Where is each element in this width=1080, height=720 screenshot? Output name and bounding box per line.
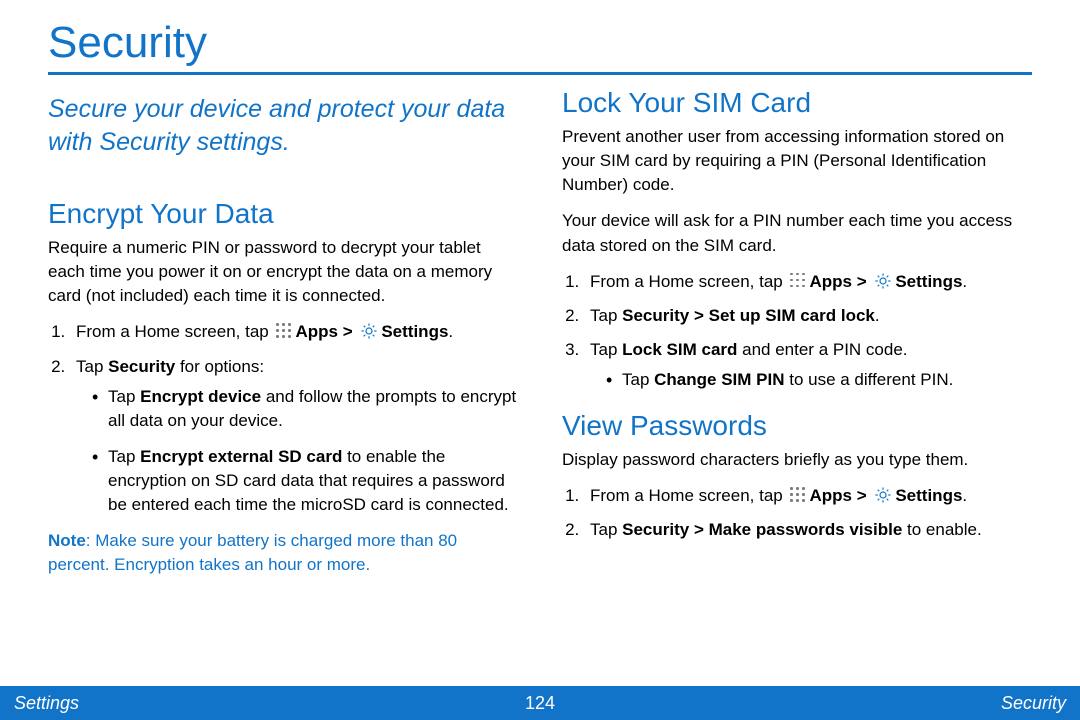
encrypt-options: Tap Encrypt device and follow the prompt… [76, 385, 518, 518]
period: . [962, 272, 967, 291]
heading-sim: Lock Your SIM Card [562, 87, 1032, 119]
view-p1: Display password characters briefly as y… [562, 448, 1032, 472]
step-suffix: to enable. [902, 520, 981, 539]
encrypt-intro: Require a numeric PIN or password to dec… [48, 236, 518, 308]
step-bold: Security > Make passwords visible [622, 520, 902, 539]
step-prefix: Tap [590, 306, 622, 325]
view-step-2: Tap Security > Make passwords visible to… [584, 518, 1032, 542]
bullet-bold: Change SIM PIN [654, 370, 784, 389]
step-text: From a Home screen, tap [590, 486, 787, 505]
footer-left: Settings [14, 693, 79, 714]
encrypt-note: Note: Make sure your battery is charged … [48, 529, 518, 577]
encrypt-steps: From a Home screen, tap Apps > Settings.… [48, 320, 518, 517]
step-prefix: Tap [590, 340, 622, 359]
step-bold: Security > Set up SIM card lock [622, 306, 875, 325]
settings-label: Settings [381, 322, 448, 341]
footer-bar: Settings 124 Security [0, 686, 1080, 720]
encrypt-option-sdcard: Tap Encrypt external SD card to enable t… [92, 445, 518, 517]
sim-step-2: Tap Security > Set up SIM card lock. [584, 304, 1032, 328]
note-text: : Make sure your battery is charged more… [48, 531, 457, 574]
bullet-prefix: Tap [622, 370, 654, 389]
apps-label: Apps [295, 322, 338, 341]
bullet-bold: Encrypt device [140, 387, 261, 406]
sim-p2: Your device will ask for a PIN number ea… [562, 209, 1032, 257]
settings-icon [360, 322, 378, 340]
bullet-prefix: Tap [108, 447, 140, 466]
apps-icon [276, 323, 292, 339]
view-steps: From a Home screen, tap Apps > Settings.… [562, 484, 1032, 542]
view-step-1: From a Home screen, tap Apps > Settings. [584, 484, 1032, 508]
lead-text: Secure your device and protect your data… [48, 93, 518, 158]
step-bold: Lock SIM card [622, 340, 737, 359]
step-text: From a Home screen, tap [590, 272, 787, 291]
apps-label: Apps [809, 486, 852, 505]
bullet-bold: Encrypt external SD card [140, 447, 342, 466]
apps-icon [790, 273, 806, 289]
sim-substep-change: Tap Change SIM PIN to use a different PI… [606, 368, 1032, 392]
period: . [875, 306, 880, 325]
right-column: Lock Your SIM Card Prevent another user … [562, 87, 1032, 595]
period: . [448, 322, 453, 341]
sim-steps: From a Home screen, tap Apps > Settings.… [562, 270, 1032, 393]
step-suffix: and enter a PIN code. [737, 340, 907, 359]
note-label: Note [48, 531, 86, 550]
settings-icon [874, 272, 892, 290]
period: . [962, 486, 967, 505]
settings-icon [874, 486, 892, 504]
encrypt-step-1: From a Home screen, tap Apps > Settings. [70, 320, 518, 344]
settings-label: Settings [895, 486, 962, 505]
sim-substeps: Tap Change SIM PIN to use a different PI… [590, 368, 1032, 392]
settings-label: Settings [895, 272, 962, 291]
apps-icon [790, 487, 806, 503]
sim-step-1: From a Home screen, tap Apps > Settings. [584, 270, 1032, 294]
heading-encrypt: Encrypt Your Data [48, 198, 518, 230]
step-prefix: Tap [590, 520, 622, 539]
heading-view-passwords: View Passwords [562, 410, 1032, 442]
gt-sep: > [338, 322, 357, 341]
step-text: From a Home screen, tap [76, 322, 273, 341]
apps-label: Apps [809, 272, 852, 291]
encrypt-option-device: Tap Encrypt device and follow the prompt… [92, 385, 518, 433]
sim-p1: Prevent another user from accessing info… [562, 125, 1032, 197]
title-rule [48, 72, 1032, 75]
page-title: Security [48, 18, 1032, 68]
bullet-suffix: to use a different PIN. [785, 370, 954, 389]
sim-step-3: Tap Lock SIM card and enter a PIN code. … [584, 338, 1032, 392]
step-text: Tap [76, 357, 108, 376]
footer-page-number: 124 [525, 693, 555, 714]
footer-right: Security [1001, 693, 1066, 714]
gt-sep: > [852, 272, 871, 291]
gt-sep: > [852, 486, 871, 505]
bullet-prefix: Tap [108, 387, 140, 406]
left-column: Secure your device and protect your data… [48, 87, 518, 595]
step-suffix: for options: [175, 357, 264, 376]
encrypt-step-2: Tap Security for options: Tap Encrypt de… [70, 355, 518, 518]
step-bold: Security [108, 357, 175, 376]
